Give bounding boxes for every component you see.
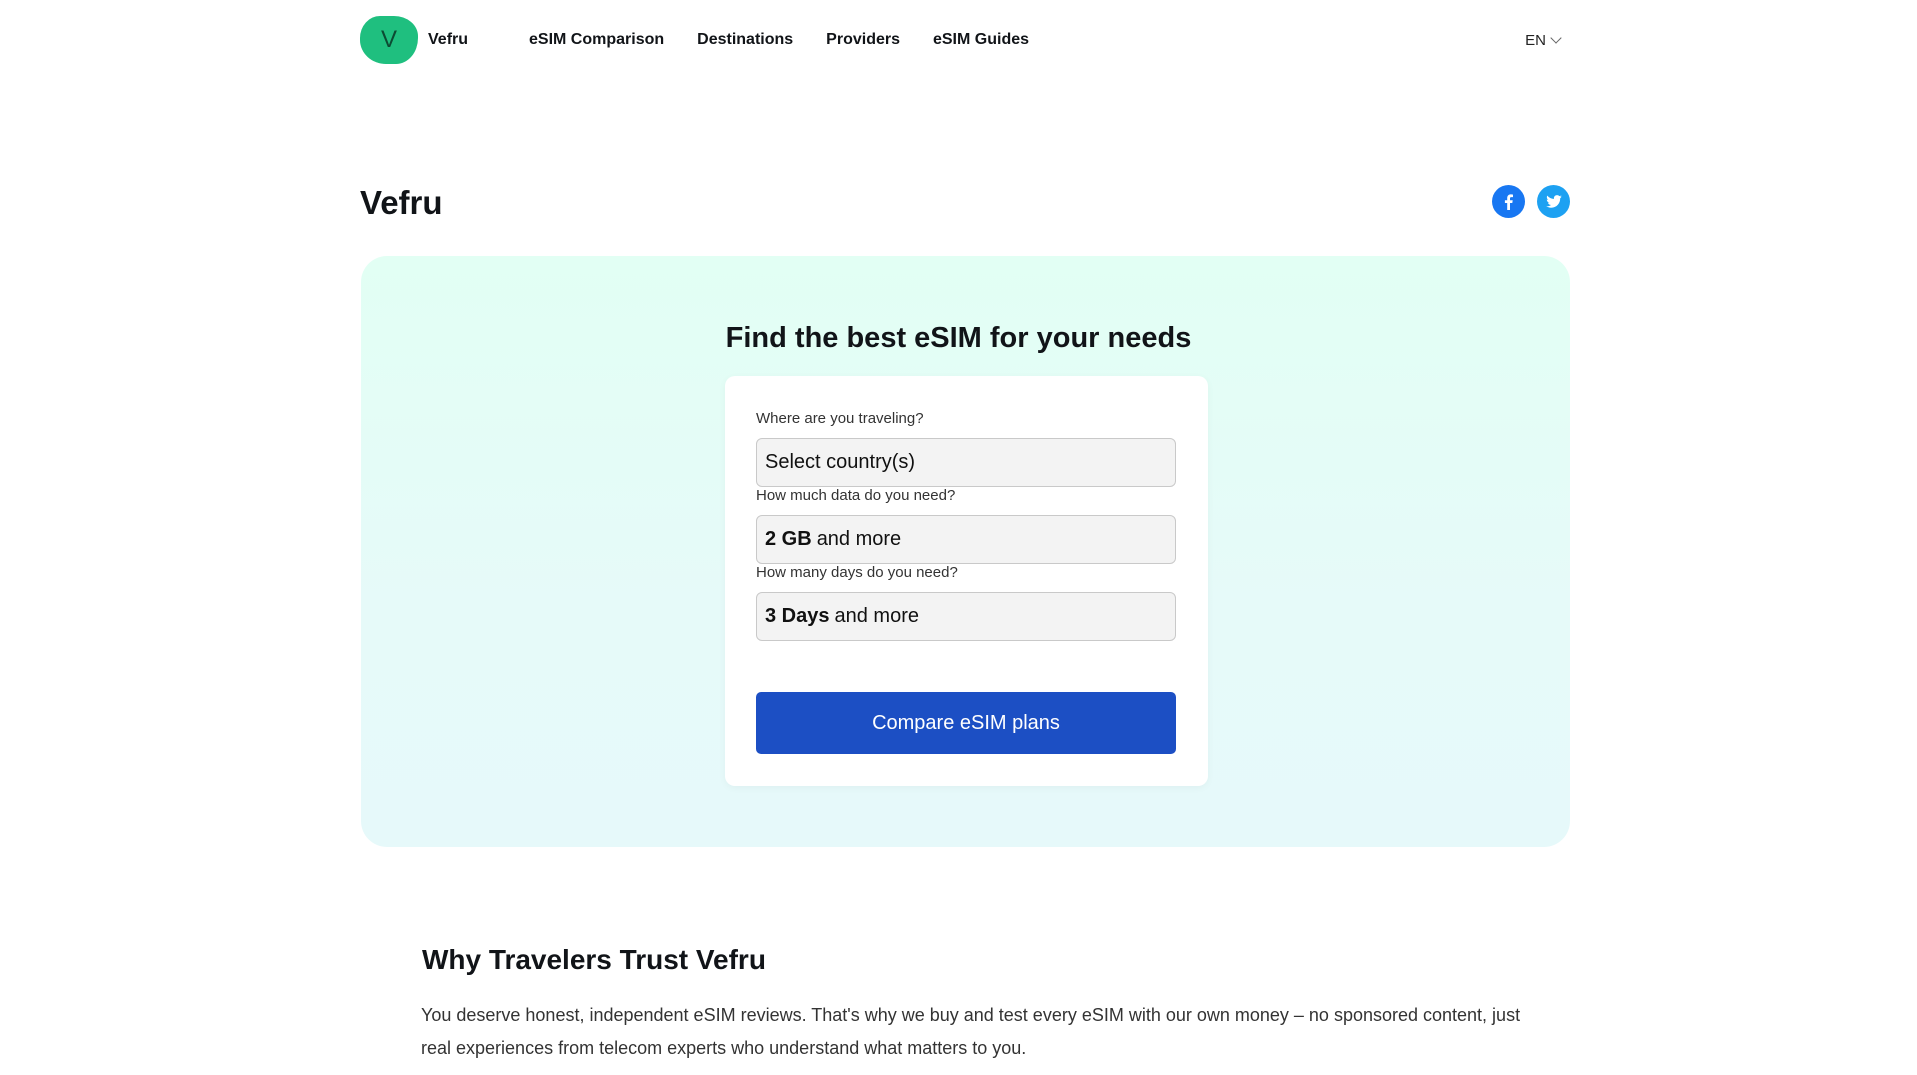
country-select-placeholder: Select country(s) <box>765 451 916 473</box>
facebook-icon <box>1504 193 1513 210</box>
site-header: V Vefru eSIM Comparison Destinations Pro… <box>360 0 1570 80</box>
nav-esim-comparison[interactable]: eSIM Comparison <box>529 31 664 49</box>
destination-label: Where are you traveling? <box>756 410 924 427</box>
logo-mark: V <box>360 16 418 64</box>
facebook-share-button[interactable] <box>1492 185 1525 218</box>
twitter-share-button[interactable] <box>1537 185 1570 218</box>
finder-heading: Find the best eSIM for your needs <box>725 322 1192 354</box>
data-amount-suffix: and more <box>816 528 902 550</box>
nav-providers[interactable]: Providers <box>826 31 900 49</box>
days-suffix: and more <box>834 605 920 627</box>
days-value: 3 Days <box>765 605 830 627</box>
esim-finder-form: Where are you traveling? Select country(… <box>725 376 1208 786</box>
country-select[interactable]: Select country(s) <box>756 438 1176 487</box>
brand-name: Vefru <box>428 31 469 48</box>
trust-heading: Why Travelers Trust Vefru <box>422 944 766 975</box>
language-selector[interactable]: EN <box>1525 31 1562 49</box>
language-label: EN <box>1525 31 1546 49</box>
data-amount-label: How much data do you need? <box>756 487 956 504</box>
social-share <box>1492 185 1570 218</box>
nav-destinations[interactable]: Destinations <box>697 31 793 49</box>
main-nav: eSIM Comparison Destinations Providers e… <box>529 31 1029 49</box>
trust-paragraph: You deserve honest, independent eSIM rev… <box>421 1005 1521 1058</box>
days-select[interactable]: 3 Days and more <box>756 592 1176 641</box>
twitter-icon <box>1545 195 1562 208</box>
logo-link[interactable]: V Vefru <box>360 16 468 64</box>
days-label: How many days do you need? <box>756 564 958 581</box>
data-amount-select[interactable]: 2 GB and more <box>756 515 1176 564</box>
chevron-down-icon <box>1550 32 1562 44</box>
compare-esim-plans-button[interactable]: Compare eSIM plans <box>756 692 1176 754</box>
data-amount-value: 2 GB <box>765 528 812 550</box>
page-title: Vefru <box>360 184 443 221</box>
nav-esim-guides[interactable]: eSIM Guides <box>933 31 1029 49</box>
